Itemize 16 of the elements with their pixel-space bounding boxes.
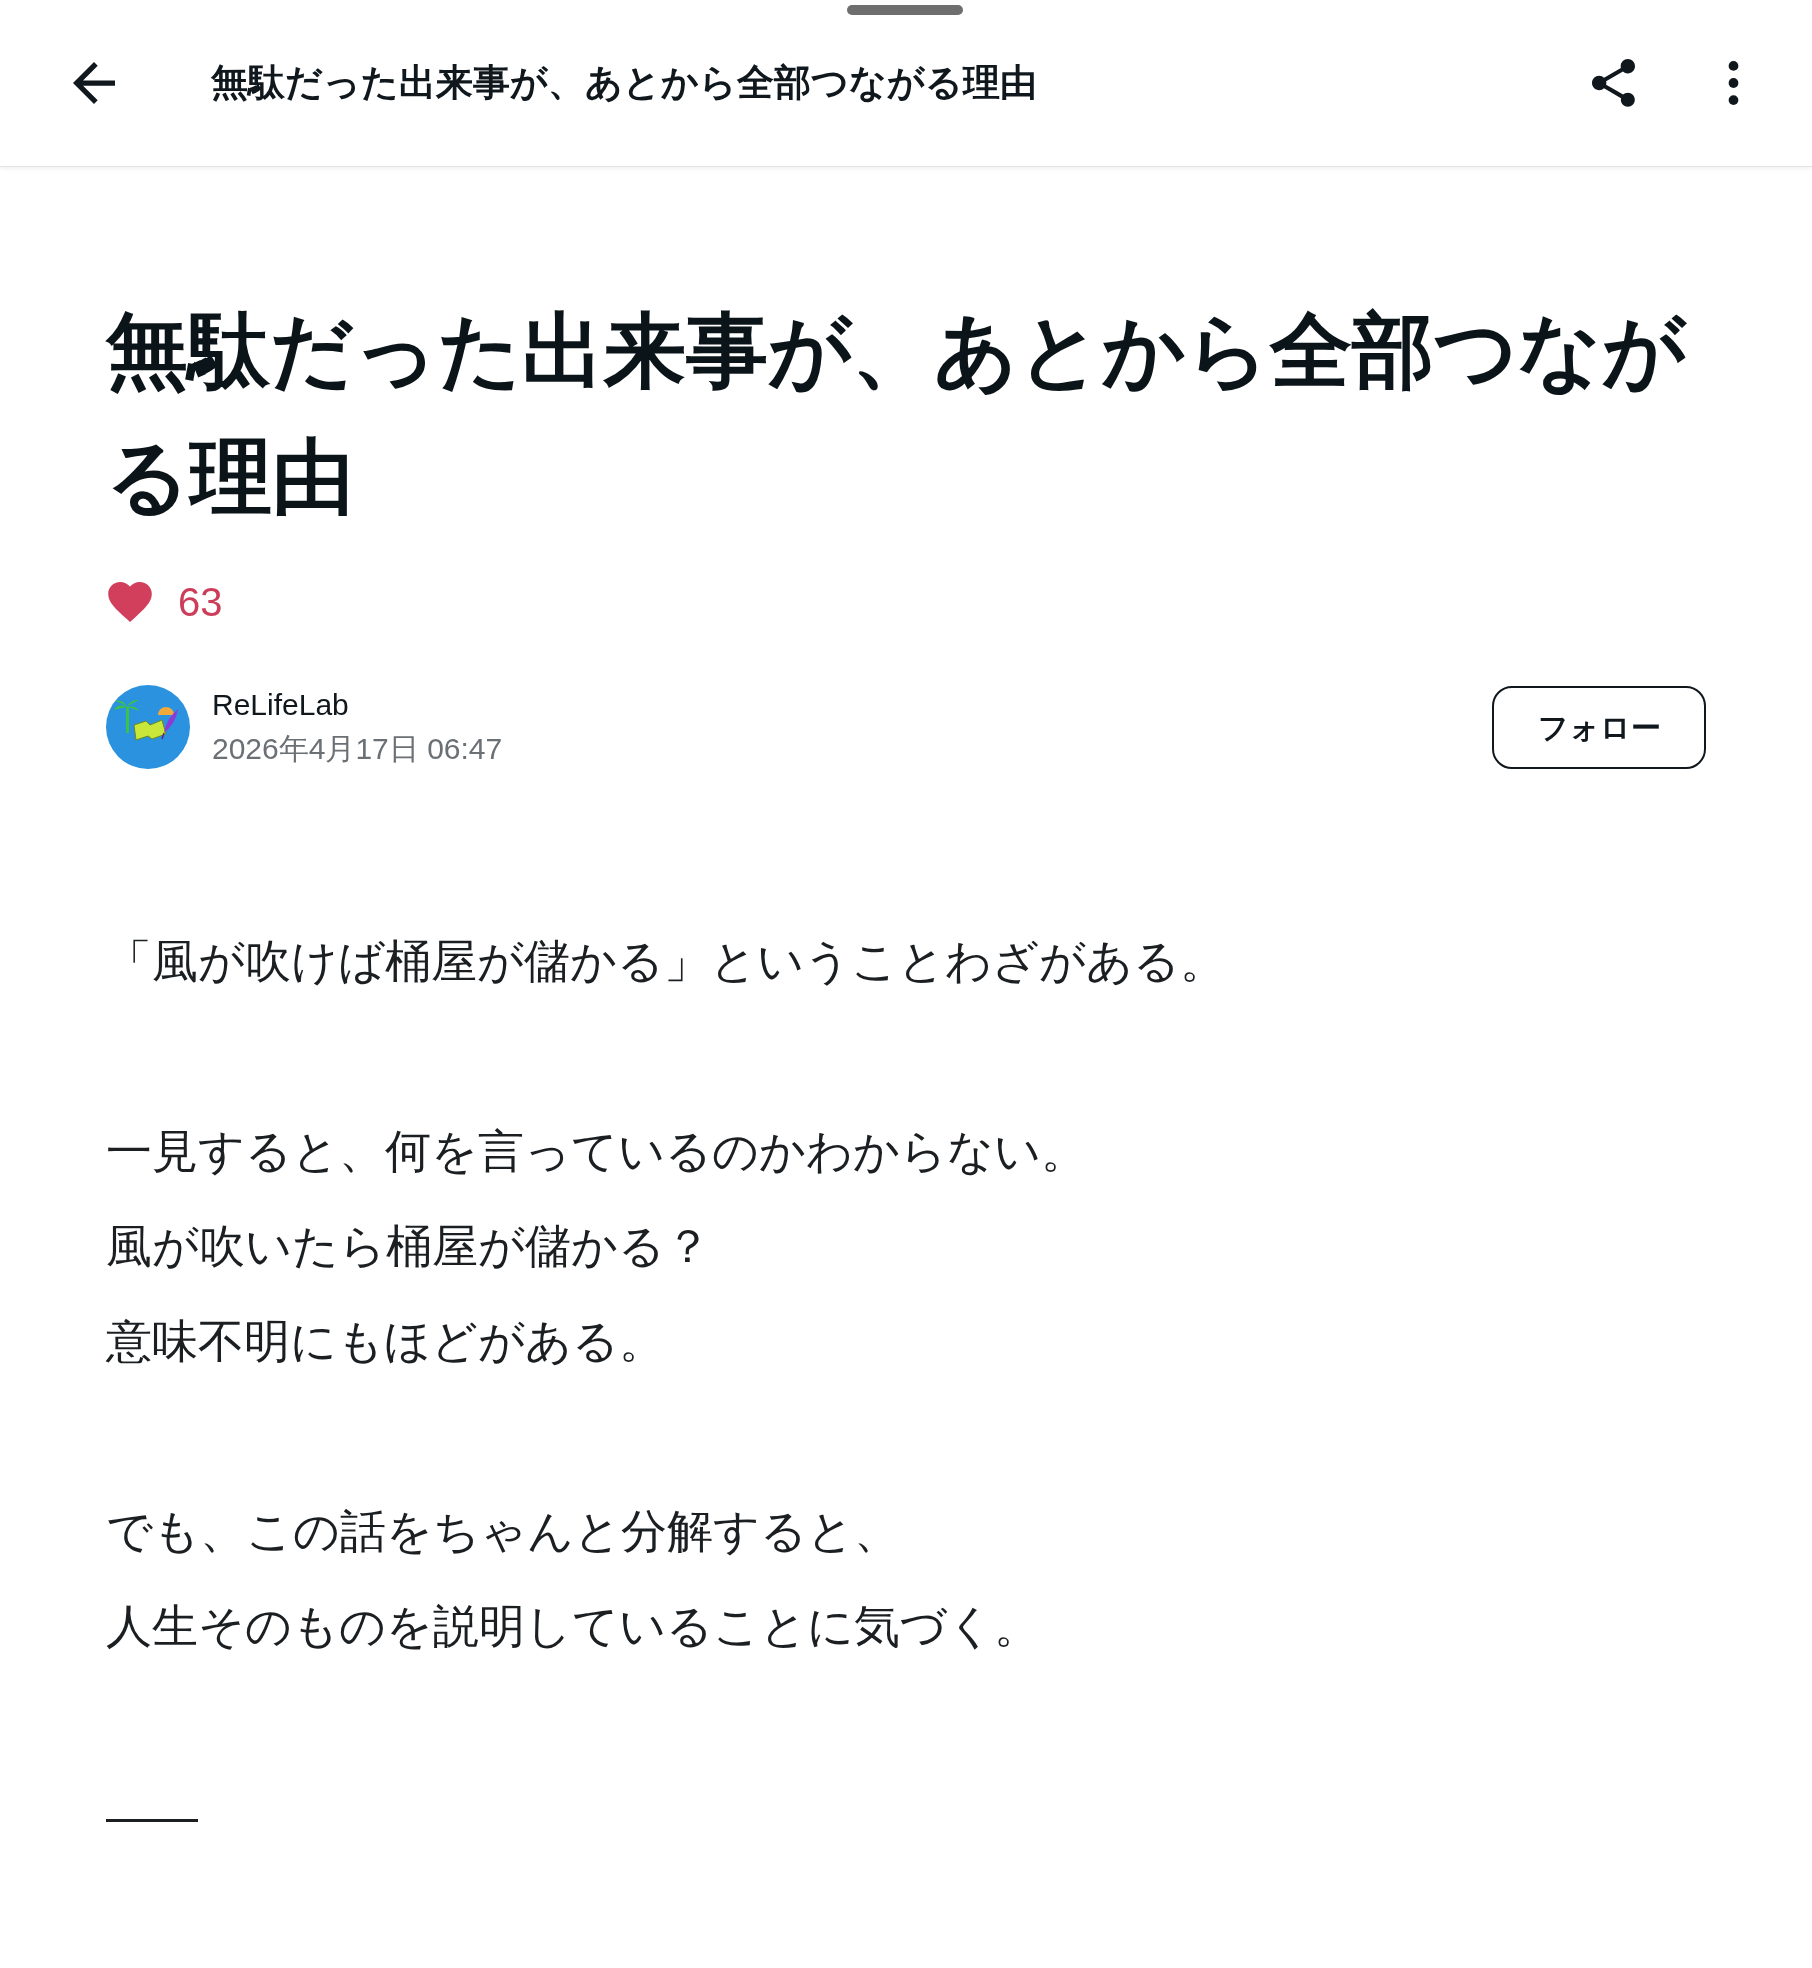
post-date: 2026年4月17日 06:47 [212, 731, 503, 767]
author-name[interactable]: ReLifeLab [212, 683, 503, 727]
more-options-icon[interactable] [1728, 61, 1739, 105]
heart-icon[interactable] [108, 582, 152, 622]
body-paragraph: 一見すると、何を言っているのかわからない。 風が吹いたら桶屋が儲かる？ 意味不明にもほどがある。 [106, 1124, 1088, 1369]
like-count: 63 [178, 580, 223, 624]
follow-button[interactable]: フォロー [1492, 685, 1706, 769]
article-title: 無駄だった出来事が、あとから全部つながる理由 [106, 304, 1688, 524]
avatar-icon[interactable] [106, 685, 190, 769]
body-paragraph: 「風が吹けば桶屋が儲かる」ということわざがある。 [106, 934, 1227, 989]
page-title: 無駄だった出来事が、あとから全部つながる理由 [211, 61, 1038, 105]
back-arrow-icon[interactable] [73, 62, 115, 104]
body-paragraph: でも、この話をちゃんと分解すると、 人生そのものを説明していることに気づく。 [106, 1504, 1041, 1654]
drag-handle[interactable] [847, 5, 963, 15]
share-icon[interactable] [1592, 59, 1635, 107]
body-paragraph: —— [106, 1789, 199, 1844]
